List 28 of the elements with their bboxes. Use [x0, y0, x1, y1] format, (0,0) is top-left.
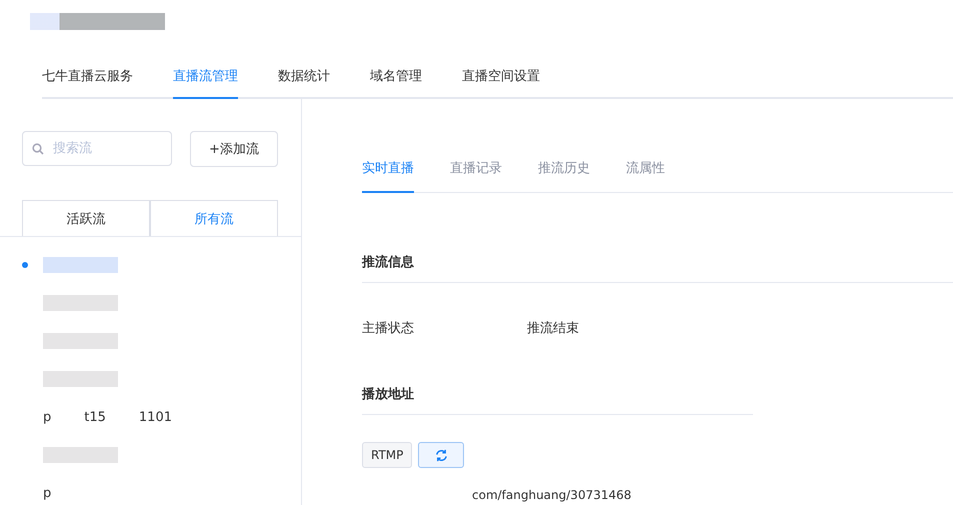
stream-name-fragment: p — [43, 410, 52, 424]
play-url: com/fanghuang/30731468 — [472, 488, 632, 502]
redacted-stream-name[interactable] — [43, 447, 118, 463]
redacted-stream-name[interactable] — [43, 257, 118, 273]
nav-tab[interactable]: 直播流管理 — [173, 57, 238, 99]
refresh-icon — [434, 448, 448, 462]
stream-name-fragment: p — [43, 486, 52, 500]
redacted-stream-name[interactable] — [43, 371, 118, 387]
stream-name-fragment: t15 — [84, 410, 106, 424]
refresh-button[interactable] — [418, 442, 464, 468]
protocol-button[interactable]: RTMP — [362, 442, 412, 468]
search-icon — [32, 143, 44, 155]
stream-tab[interactable]: 所有流 — [150, 200, 278, 236]
redacted-stream-name[interactable] — [43, 295, 118, 311]
search-field[interactable]: 搜索流 — [22, 131, 172, 166]
field-value: 推流结束 — [527, 320, 579, 337]
section-title: 推流信息 — [362, 241, 953, 283]
redacted-stream-name[interactable] — [43, 333, 118, 349]
stream-tab[interactable]: 活跃流 — [22, 200, 150, 236]
stream-name-fragment: 1101 — [138, 410, 172, 424]
nav-tab[interactable]: 七牛直播云服务 — [42, 57, 133, 99]
add-stream-button[interactable]: +添加流 — [190, 131, 278, 167]
detail-tab[interactable]: 实时直播 — [362, 157, 414, 193]
nav-tab[interactable]: 直播空间设置 — [462, 57, 540, 99]
section-title: 播放地址 — [362, 373, 753, 415]
nav-tab[interactable]: 域名管理 — [370, 57, 422, 99]
nav-tab[interactable]: 数据统计 — [278, 57, 330, 99]
field-label: 主播状态 — [362, 320, 415, 337]
